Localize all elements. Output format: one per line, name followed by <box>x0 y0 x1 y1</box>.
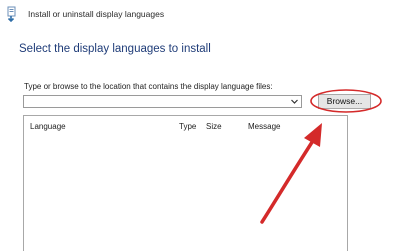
location-label: Type or browse to the location that cont… <box>24 82 273 91</box>
title-bar: Install or uninstall display languages <box>0 0 400 30</box>
browse-button[interactable]: Browse... <box>318 94 371 109</box>
column-header-type[interactable]: Type <box>179 122 196 131</box>
chevron-down-icon[interactable] <box>290 97 299 106</box>
column-header-language[interactable]: Language <box>30 122 66 131</box>
page-heading: Select the display languages to install <box>19 43 211 55</box>
location-combobox[interactable] <box>23 95 302 108</box>
window-title: Install or uninstall display languages <box>28 9 165 19</box>
language-install-icon <box>7 6 16 22</box>
column-header-message[interactable]: Message <box>248 122 280 131</box>
install-language-window: Install or uninstall display languages S… <box>0 0 400 251</box>
language-list[interactable] <box>23 115 348 251</box>
column-header-size[interactable]: Size <box>206 122 222 131</box>
